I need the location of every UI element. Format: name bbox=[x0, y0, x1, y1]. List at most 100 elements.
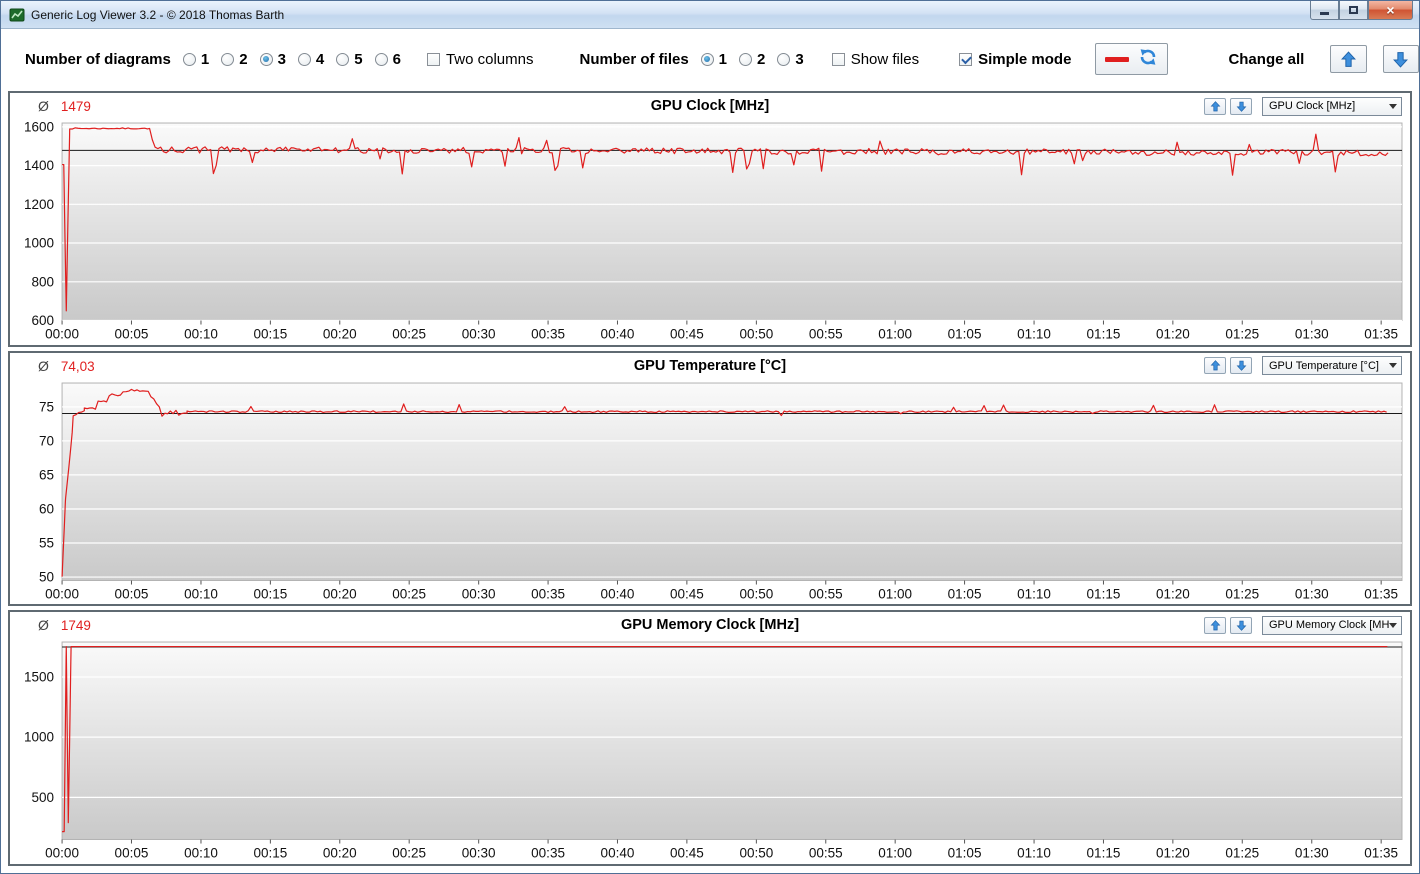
x-tick-label: 00:15 bbox=[253, 586, 287, 601]
diagrams-option-6[interactable]: 6 bbox=[374, 51, 401, 68]
checkbox-icon bbox=[831, 52, 845, 66]
change-all-up-button[interactable] bbox=[1330, 45, 1367, 73]
files-option-1[interactable]: 1 bbox=[700, 51, 727, 68]
metric-dropdown[interactable]: GPU Clock [MHz] bbox=[1262, 96, 1402, 116]
x-tick-label: 01:30 bbox=[1295, 846, 1329, 861]
x-tick-label: 01:35 bbox=[1364, 846, 1398, 861]
window-title: Generic Log Viewer 3.2 - © 2018 Thomas B… bbox=[31, 7, 285, 22]
y-tick-label: 1000 bbox=[24, 730, 54, 745]
x-tick-label: 00:10 bbox=[184, 586, 218, 601]
checkbox-checked-icon bbox=[959, 52, 973, 66]
files-option-3[interactable]: 3 bbox=[777, 51, 804, 68]
diagrams-option-4[interactable]: 4 bbox=[297, 51, 324, 68]
two-columns-checkbox[interactable]: Two columns bbox=[426, 51, 533, 68]
x-tick-label: 00:45 bbox=[670, 327, 704, 342]
panel-move-down-button[interactable] bbox=[1230, 616, 1252, 634]
minimize-icon bbox=[1320, 12, 1329, 15]
change-all-label: Change all bbox=[1228, 50, 1305, 68]
diagrams-option-3[interactable]: 3 bbox=[259, 51, 286, 68]
x-tick-label: 00:40 bbox=[601, 586, 635, 601]
app-icon bbox=[9, 7, 25, 23]
x-tick-label: 00:20 bbox=[323, 327, 357, 342]
x-tick-label: 01:35 bbox=[1364, 586, 1398, 601]
x-tick-label: 01:25 bbox=[1225, 846, 1259, 861]
toolbar: Number of diagrams 1 2 3 4 5 6 Two colum… bbox=[1, 29, 1419, 89]
window-controls: × bbox=[1310, 1, 1413, 20]
panel-move-down-button[interactable] bbox=[1230, 357, 1252, 375]
y-tick-label: 70 bbox=[39, 433, 54, 448]
close-button[interactable]: × bbox=[1368, 1, 1413, 20]
radio-icon bbox=[297, 52, 311, 66]
y-tick-label: 55 bbox=[39, 535, 54, 550]
number-of-diagrams-label: Number of diagrams bbox=[25, 50, 171, 68]
panel-move-down-button[interactable] bbox=[1230, 97, 1252, 115]
checkbox-icon bbox=[426, 52, 440, 66]
down-arrow-icon bbox=[1393, 51, 1409, 68]
metric-dropdown[interactable]: GPU Memory Clock [MHz] bbox=[1262, 615, 1402, 635]
radio-checked-icon bbox=[700, 52, 714, 66]
diagrams-option-2[interactable]: 2 bbox=[221, 51, 248, 68]
x-tick-label: 00:05 bbox=[115, 846, 149, 861]
chevron-down-icon bbox=[1389, 103, 1397, 109]
x-tick-label: 01:15 bbox=[1087, 846, 1121, 861]
down-arrow-icon bbox=[1236, 620, 1246, 631]
average-readout: Ø 1749 bbox=[38, 617, 91, 633]
panel-move-up-button[interactable] bbox=[1204, 616, 1226, 634]
x-tick-label: 00:40 bbox=[601, 327, 635, 342]
average-value: 1749 bbox=[60, 618, 91, 634]
x-tick-label: 00:35 bbox=[531, 586, 565, 601]
show-files-checkbox[interactable]: Show files bbox=[831, 51, 919, 68]
down-arrow-icon bbox=[1236, 101, 1246, 112]
x-tick-label: 01:05 bbox=[948, 586, 982, 601]
panel-title: GPU Memory Clock [MHz] bbox=[620, 617, 800, 634]
line-style-refresh-button[interactable] bbox=[1095, 43, 1169, 75]
x-tick-label: 01:25 bbox=[1225, 586, 1259, 601]
metric-dropdown[interactable]: GPU Temperature [°C] bbox=[1262, 356, 1402, 376]
chevron-down-icon bbox=[1389, 622, 1397, 628]
x-tick-label: 01:25 bbox=[1225, 327, 1259, 342]
diagrams-option-5[interactable]: 5 bbox=[336, 51, 363, 68]
files-option-2[interactable]: 2 bbox=[739, 51, 765, 68]
chevron-down-icon bbox=[1389, 363, 1397, 369]
y-tick-label: 1500 bbox=[24, 670, 54, 685]
x-tick-label: 01:35 bbox=[1364, 327, 1398, 342]
simple-mode-checkbox[interactable]: Simple mode bbox=[959, 51, 1071, 68]
x-tick-label: 01:10 bbox=[1017, 586, 1051, 601]
y-tick-label: 1600 bbox=[24, 119, 54, 134]
maximize-button[interactable] bbox=[1339, 1, 1368, 20]
x-tick-label: 01:05 bbox=[948, 846, 982, 861]
x-tick-label: 00:05 bbox=[115, 327, 149, 342]
panel-move-up-button[interactable] bbox=[1204, 357, 1226, 375]
titlebar: Generic Log Viewer 3.2 - © 2018 Thomas B… bbox=[1, 1, 1419, 29]
radio-icon bbox=[336, 52, 350, 66]
panel-header: Ø 1479 GPU Clock [MHz] GPU Clock [MHz] bbox=[10, 93, 1410, 119]
panel-move-up-button[interactable] bbox=[1204, 97, 1226, 115]
x-tick-label: 00:10 bbox=[184, 846, 218, 861]
minimize-button[interactable] bbox=[1310, 1, 1339, 20]
up-arrow-icon bbox=[1210, 360, 1220, 371]
y-tick-label: 500 bbox=[32, 790, 55, 805]
y-tick-label: 65 bbox=[39, 467, 54, 482]
x-tick-label: 01:10 bbox=[1017, 846, 1051, 861]
x-tick-label: 00:55 bbox=[809, 846, 843, 861]
diagrams-option-1[interactable]: 1 bbox=[182, 51, 209, 68]
chart-panel-gpu-temperature: Ø 74,03 GPU Temperature [°C] GPU Tempera… bbox=[8, 350, 1412, 607]
refresh-icon bbox=[1138, 47, 1158, 71]
number-of-files-label: Number of files bbox=[579, 50, 689, 68]
x-tick-label: 01:10 bbox=[1017, 327, 1051, 342]
down-arrow-icon bbox=[1236, 360, 1246, 371]
x-tick-label: 00:10 bbox=[184, 327, 218, 342]
average-value: 1479 bbox=[60, 99, 91, 114]
x-tick-label: 00:00 bbox=[45, 586, 79, 601]
radio-icon bbox=[777, 52, 791, 66]
x-tick-label: 00:25 bbox=[392, 327, 426, 342]
panel-title: GPU Temperature [°C] bbox=[633, 357, 787, 374]
panel-controls: GPU Memory Clock [MHz] bbox=[1204, 615, 1402, 635]
gpu-temperature-chart: 50 55 60 65 70 75 00:00 00:05 00:10 00:15 00:20 00:… bbox=[10, 379, 1410, 605]
x-tick-label: 01:00 bbox=[878, 586, 912, 601]
change-all-down-button[interactable] bbox=[1382, 45, 1419, 73]
y-tick-label: 1200 bbox=[24, 197, 54, 212]
x-tick-label: 01:20 bbox=[1156, 327, 1190, 342]
chart-svg: 50 55 60 65 70 75 00:00 00:05 00:10 00:15 00:20 00:… bbox=[39, 382, 1403, 601]
x-tick-label: 00:30 bbox=[462, 586, 496, 601]
